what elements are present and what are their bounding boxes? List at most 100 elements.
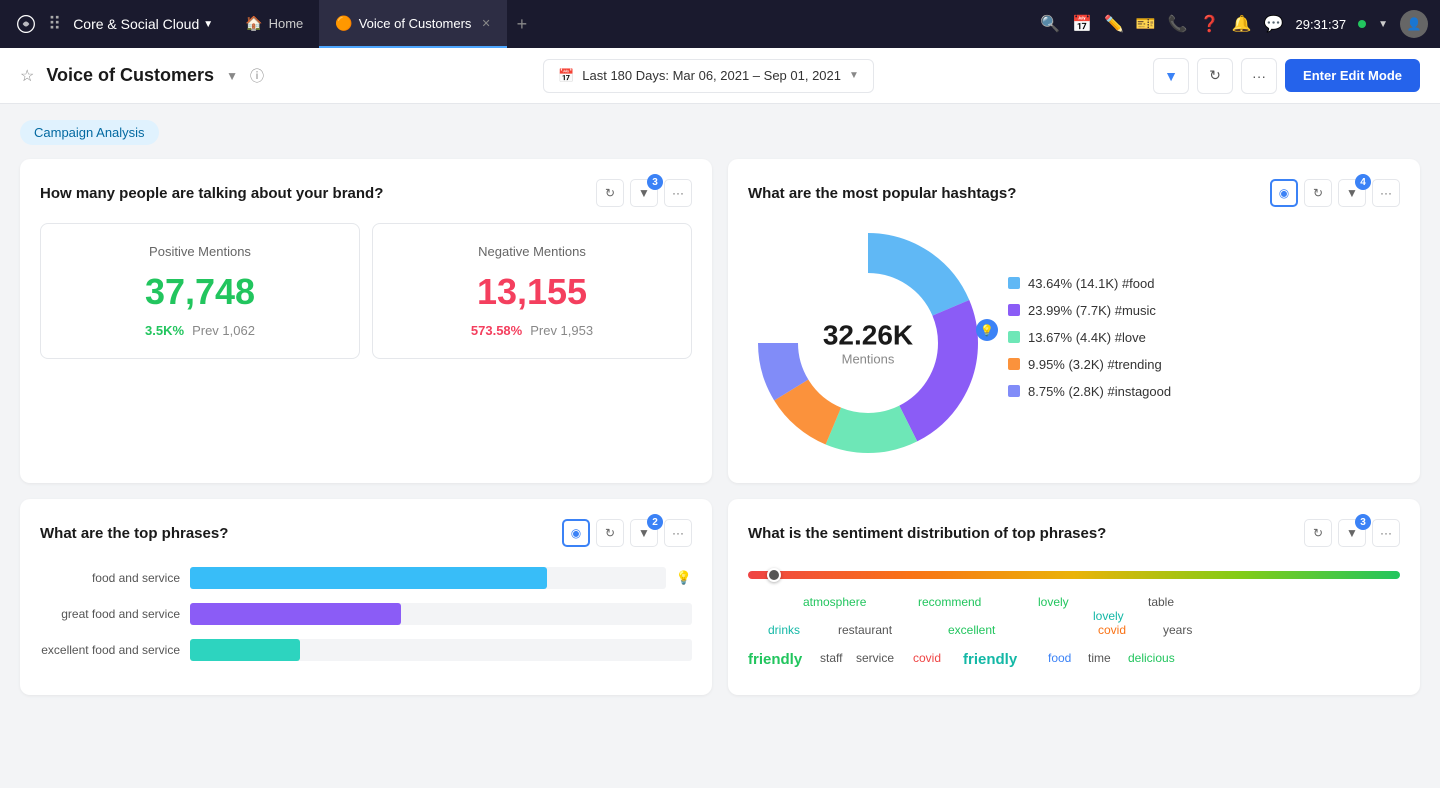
word-food: food xyxy=(1048,651,1071,665)
sentiment-filter-button[interactable]: ▼ 3 xyxy=(1338,519,1366,547)
sentiment-slider xyxy=(748,571,1400,579)
donut-hint-icon[interactable]: 💡 xyxy=(976,319,998,341)
info-icon[interactable]: ⓘ xyxy=(250,66,264,86)
sentiment-widget: What is the sentiment distribution of to… xyxy=(728,499,1420,695)
app-name[interactable]: Core & Social Cloud ▼ xyxy=(73,16,213,32)
tab-voc[interactable]: 🟠 Voice of Customers ✕ xyxy=(319,0,506,48)
edit-mode-button[interactable]: Enter Edit Mode xyxy=(1285,59,1420,92)
word-years: years xyxy=(1163,623,1192,637)
phrases-filter-button[interactable]: ▼ 2 xyxy=(630,519,658,547)
app-logo[interactable] xyxy=(12,10,40,38)
ticket-icon[interactable]: 🎫 xyxy=(1136,14,1156,34)
tab-close-icon[interactable]: ✕ xyxy=(481,17,490,30)
word-friendly2: friendly xyxy=(963,651,1017,668)
legend-item-love: 13.67% (4.4K) #love xyxy=(1008,330,1400,345)
user-avatar[interactable]: 👤 xyxy=(1400,10,1428,38)
hashtags-view-button[interactable]: ◉ xyxy=(1270,179,1298,207)
phrase-row-1: food and service 💡 xyxy=(40,567,692,589)
mentions-widget-title: How many people are talking about your b… xyxy=(40,185,596,202)
status-indicator xyxy=(1358,20,1366,28)
legend-item-trending: 9.95% (3.2K) #trending xyxy=(1008,357,1400,372)
main-content: Campaign Analysis How many people are ta… xyxy=(0,104,1440,788)
negative-pct: 573.58% xyxy=(471,323,522,338)
top-nav: ⠿ Core & Social Cloud ▼ 🏠 Home 🟠 Voice o… xyxy=(0,0,1440,48)
chevron-down-icon: ▼ xyxy=(203,19,213,30)
phrases-content: food and service 💡 great food and servic… xyxy=(40,563,692,661)
word-delicious: delicious xyxy=(1128,651,1175,665)
sentiment-more-button[interactable]: ··· xyxy=(1372,519,1400,547)
hashtags-more-button[interactable]: ··· xyxy=(1372,179,1400,207)
word-staff: staff xyxy=(820,651,842,665)
phone-icon[interactable]: 📞 xyxy=(1168,14,1188,34)
campaign-analysis-tag[interactable]: Campaign Analysis xyxy=(20,120,159,145)
mentions-filter-button[interactable]: ▼ 3 xyxy=(630,179,658,207)
legend-item-music: 23.99% (7.7K) #music xyxy=(1008,303,1400,318)
sentiment-refresh-button[interactable]: ↻ xyxy=(1304,519,1332,547)
phrase-hint-icon-1[interactable]: 💡 xyxy=(676,570,692,586)
favorite-icon[interactable]: ☆ xyxy=(20,66,34,86)
hashtags-refresh-button[interactable]: ↻ xyxy=(1304,179,1332,207)
title-chevron-icon[interactable]: ▼ xyxy=(226,69,238,83)
edit-icon[interactable]: ✏️ xyxy=(1104,14,1124,34)
slider-thumb xyxy=(767,568,781,582)
search-icon[interactable]: 🔍 xyxy=(1040,14,1060,34)
nav-right-icons: 🔍 📅 ✏️ 🎫 📞 ❓ 🔔 💬 29:31:37 ▼ 👤 xyxy=(1040,10,1428,38)
positive-prev: Prev 1,062 xyxy=(192,323,255,338)
filter-icon: ▼ xyxy=(638,526,650,540)
hashtags-widget-title: What are the most popular hashtags? xyxy=(748,185,1270,202)
donut-label: Mentions xyxy=(823,352,913,367)
negative-label: Negative Mentions xyxy=(389,244,675,259)
filter-icon: ▼ xyxy=(1346,526,1358,540)
hashtags-widget: What are the most popular hashtags? ◉ ↻ … xyxy=(728,159,1420,483)
legend-dot-trending xyxy=(1008,358,1020,370)
phrase-label-2: great food and service xyxy=(40,607,180,621)
phrases-view-button[interactable]: ◉ xyxy=(562,519,590,547)
word-atmosphere: atmosphere xyxy=(803,595,866,609)
date-range-button[interactable]: 📅 Last 180 Days: Mar 06, 2021 – Sep 01, … xyxy=(543,59,874,93)
home-icon: 🏠 xyxy=(245,15,262,32)
voc-icon: 🟠 xyxy=(335,15,352,32)
sentiment-content: atmosphere recommend lovely lovely table… xyxy=(748,563,1400,675)
negative-value: 13,155 xyxy=(389,271,675,313)
phrase-row-3: excellent food and service xyxy=(40,639,692,661)
phrase-row-2: great food and service xyxy=(40,603,692,625)
word-lovely1: lovely xyxy=(1038,595,1069,609)
legend-item-instagood: 8.75% (2.8K) #instagood xyxy=(1008,384,1400,399)
chevron-down-nav-icon[interactable]: ▼ xyxy=(1378,19,1388,30)
hashtags-filter-button[interactable]: ▼ 4 xyxy=(1338,179,1366,207)
mentions-widget: How many people are talking about your b… xyxy=(20,159,712,483)
tab-home[interactable]: 🏠 Home xyxy=(229,0,319,48)
chevron-down-date-icon: ▼ xyxy=(849,70,859,81)
phrase-bar-2 xyxy=(190,603,401,625)
more-options-button[interactable]: ··· xyxy=(1241,58,1277,94)
chat-icon[interactable]: 💬 xyxy=(1264,14,1284,34)
legend-dot-love xyxy=(1008,331,1020,343)
refresh-button[interactable]: ↻ xyxy=(1197,58,1233,94)
filter-icon: ▼ xyxy=(638,186,650,200)
toolbar-actions: ▼ ↻ ··· Enter Edit Mode xyxy=(1153,58,1420,94)
phrases-more-button[interactable]: ··· xyxy=(664,519,692,547)
word-restaurant: restaurant xyxy=(838,623,892,637)
calendar-icon[interactable]: 📅 xyxy=(1072,14,1092,34)
word-covid1: covid xyxy=(1098,623,1126,637)
grid-icon[interactable]: ⠿ xyxy=(48,14,61,35)
widget-grid: How many people are talking about your b… xyxy=(20,159,1420,695)
word-time: time xyxy=(1088,651,1111,665)
bell-icon[interactable]: 🔔 xyxy=(1232,14,1252,34)
phrase-label-1: food and service xyxy=(40,571,180,585)
nav-time: 29:31:37 xyxy=(1295,17,1346,32)
word-covid2: covid xyxy=(913,651,941,665)
phrases-widget-title: What are the top phrases? xyxy=(40,525,562,542)
filter-button[interactable]: ▼ xyxy=(1153,58,1189,94)
word-lovely2: lovely xyxy=(1093,609,1124,623)
sentiment-widget-title: What is the sentiment distribution of to… xyxy=(748,525,1304,542)
phrases-refresh-button[interactable]: ↻ xyxy=(596,519,624,547)
mentions-more-button[interactable]: ··· xyxy=(664,179,692,207)
phrase-bar-3 xyxy=(190,639,300,661)
filter-icon: ▼ xyxy=(1346,186,1358,200)
positive-mentions-card: Positive Mentions 37,748 3.5K% Prev 1,06… xyxy=(40,223,360,359)
mentions-refresh-button[interactable]: ↻ xyxy=(596,179,624,207)
add-tab-button[interactable]: + xyxy=(507,0,538,48)
help-icon[interactable]: ❓ xyxy=(1200,14,1220,34)
slider-track[interactable] xyxy=(748,571,1400,579)
